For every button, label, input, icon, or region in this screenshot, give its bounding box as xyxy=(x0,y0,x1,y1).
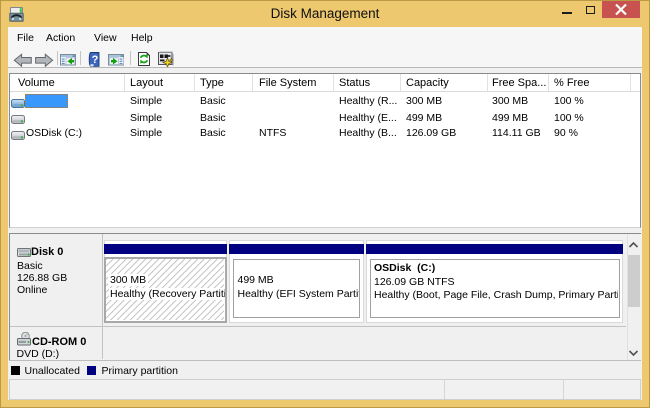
svg-text:?: ? xyxy=(92,54,99,66)
